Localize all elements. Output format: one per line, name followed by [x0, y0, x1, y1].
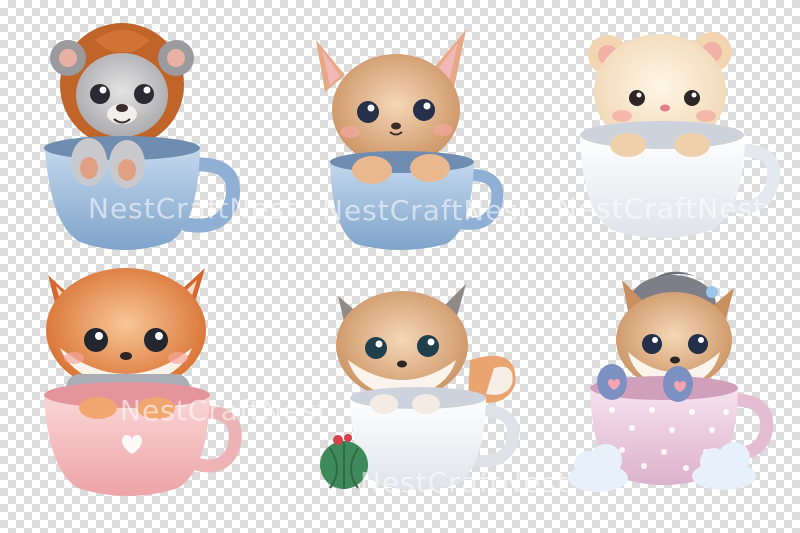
lion-eye-left — [90, 84, 110, 104]
fox-scarf-illustration — [44, 268, 242, 496]
bear-eye-left — [629, 90, 645, 106]
kitten-paw-right — [410, 154, 450, 182]
fox1-paw-right — [137, 397, 175, 419]
bear-cup — [580, 135, 745, 238]
fox-tail-illustration — [320, 284, 520, 490]
kitten-cup — [330, 162, 474, 250]
lion-cub-illustration — [44, 23, 241, 250]
fox1-nose — [120, 352, 132, 360]
kitten-paw-left — [352, 156, 392, 184]
lion-nose — [116, 104, 128, 112]
illustration-grid — [44, 23, 781, 496]
fawn-kitten-illustration — [316, 30, 504, 250]
fox1-eye-left — [84, 328, 108, 352]
cloud-left — [568, 444, 628, 492]
fox2-paw-right — [412, 394, 440, 414]
fox1-paw-left — [79, 397, 117, 419]
hedgehog-eye-left — [642, 334, 662, 354]
bear-paw-left — [610, 133, 646, 157]
fox2-eye-right — [417, 335, 439, 357]
fox1-face — [46, 268, 206, 392]
cactus-flower — [333, 435, 343, 445]
bear-nose — [660, 104, 670, 112]
hedgehog-fox-illustration — [568, 271, 774, 492]
bear-paw-right — [674, 133, 710, 157]
hedgehog-eye-right — [688, 334, 708, 354]
kitten-eye-left — [357, 101, 379, 123]
fox2-paw-left — [370, 394, 398, 414]
hedgehog-flower — [706, 286, 718, 298]
kitten-eye-right — [413, 99, 435, 121]
fox2-eye-left — [365, 337, 387, 359]
lion-face — [76, 53, 168, 137]
fox1-eye-right — [144, 328, 168, 352]
fox2-nose — [397, 360, 407, 368]
kitten-face — [332, 54, 460, 166]
hedgehog-nose — [670, 356, 680, 364]
kitten-nose — [391, 122, 401, 130]
cream-bear-illustration — [580, 32, 781, 238]
bear-eye-right — [684, 90, 700, 106]
lion-eye-right — [134, 84, 154, 104]
canvas: NestCraftNest NestCraftNest NestCraftNes… — [0, 0, 800, 533]
